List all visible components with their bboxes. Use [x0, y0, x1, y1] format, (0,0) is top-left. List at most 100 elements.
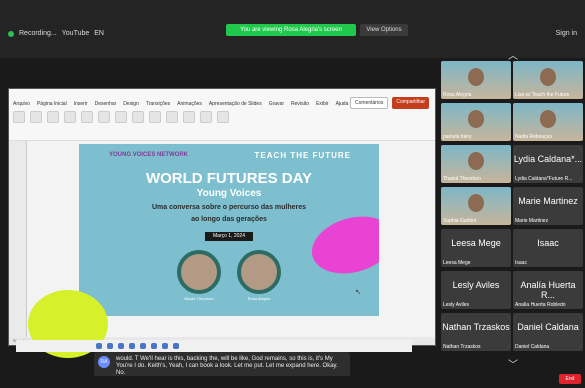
layout-icon[interactable]	[47, 111, 59, 123]
participant-name: Nadia Rebouças	[515, 134, 552, 140]
slide-subtitle: Young Voices	[196, 188, 262, 199]
taskbar-icon[interactable]	[96, 343, 102, 349]
styles-icon[interactable]	[166, 111, 178, 123]
participant-name: Analía Huerta Robledo	[515, 302, 566, 308]
taskbar-icon[interactable]	[118, 343, 124, 349]
end-button[interactable]: End	[559, 374, 581, 384]
cursor-icon: ↖	[355, 289, 361, 296]
powerpoint-ribbon: Arquivo Página Inicial Inserir Desenhar …	[9, 89, 435, 141]
person-photo	[468, 152, 484, 170]
recording-indicator[interactable]: Recording... YouTube EN	[8, 30, 104, 37]
tab-animacoes[interactable]: Animações	[177, 101, 202, 107]
participant-name: Thainá Theodoro	[443, 176, 481, 182]
participant-tile[interactable]: Lisa w/ Teach the Future	[513, 61, 583, 99]
recording-label: Recording...	[19, 30, 57, 37]
slide-title: WORLD FUTURES DAY	[145, 170, 313, 187]
young-voices-logo: YOUNG VOICES NETWORK	[109, 152, 189, 158]
participant-tile[interactable]: Nathan Trzaskos Nathan Trzaskos	[441, 313, 511, 351]
participant-tile[interactable]: pamela biery	[441, 103, 511, 141]
participant-tile[interactable]: Marie Martinez Marie Martinez	[513, 187, 583, 225]
taskbar-icon[interactable]	[107, 343, 113, 349]
participant-tile[interactable]: Rosa Alegria	[441, 61, 511, 99]
meeting-top-bar: Recording... YouTube EN You are viewing …	[0, 0, 585, 58]
sign-in-link[interactable]: Sign in	[556, 30, 577, 37]
view-options-button[interactable]: View Options	[360, 24, 408, 36]
chevron-up-icon[interactable]: ︿	[508, 47, 518, 62]
participant-name: Lisa w/ Teach the Future	[515, 92, 570, 98]
participant-tile[interactable]: Lydia Caldana*... Lydia Caldana*Future R.…	[513, 145, 583, 183]
paste-icon[interactable]	[13, 111, 25, 123]
align-icon[interactable]	[115, 111, 127, 123]
person-photo	[468, 194, 484, 212]
tab-gravar[interactable]: Gravar	[269, 101, 284, 107]
participant-big-name: Nathan Trzaskos	[442, 322, 510, 332]
participant-big-name: Analía Huerta R...	[520, 280, 576, 300]
slide-thumbnails-pane[interactable]	[9, 141, 27, 337]
person-photo	[468, 110, 484, 128]
teach-the-future-logo: TEACH THE FUTURE	[254, 151, 351, 160]
italic-icon[interactable]	[98, 111, 110, 123]
shield-icon	[8, 30, 14, 37]
language-label[interactable]: EN	[94, 30, 104, 37]
ribbon-right-actions: Comentários Compartilhar	[350, 97, 429, 109]
taskbar-icon[interactable]	[162, 343, 168, 349]
participant-big-name: Isaac	[537, 238, 559, 248]
shapes-icon[interactable]	[132, 111, 144, 123]
participant-name: Isaac	[515, 260, 527, 266]
youtube-label[interactable]: YouTube	[62, 30, 90, 37]
bold-icon[interactable]	[81, 111, 93, 123]
slide-date: Março 1, 2024	[205, 232, 253, 241]
tab-revisao[interactable]: Revisão	[291, 101, 309, 107]
tab-ajuda[interactable]: Ajuda	[336, 101, 349, 107]
tab-exibir[interactable]: Exibir	[316, 101, 329, 107]
participant-tile[interactable]: Lesly Aviles Lesly Aviles	[441, 271, 511, 309]
speaker-avatar: RA	[98, 356, 110, 368]
participant-tile[interactable]: Sophia Garbini	[441, 187, 511, 225]
participant-big-name: Lesly Aviles	[452, 280, 500, 290]
arrange-icon[interactable]	[149, 111, 161, 123]
find-icon[interactable]	[183, 111, 195, 123]
participant-tile[interactable]: Leesa Mege Leesa Mege	[441, 229, 511, 267]
speaker-name-2: Rosa Alegria	[247, 296, 271, 301]
participant-name: Leesa Mege	[443, 260, 471, 266]
windows-taskbar	[16, 340, 412, 352]
ribbon-tools	[13, 111, 229, 123]
participant-tile[interactable]: Nadia Rebouças	[513, 103, 583, 141]
participant-name: Marie Martinez	[515, 218, 549, 224]
chevron-down-icon[interactable]: ﹀	[508, 356, 518, 371]
tab-desenhar[interactable]: Desenhar	[95, 101, 117, 107]
participant-big-name: Daniel Caldana	[517, 322, 579, 332]
tab-transicoes[interactable]: Transições	[146, 101, 170, 107]
tab-design[interactable]: Design	[123, 101, 139, 107]
tab-inserir[interactable]: Inserir	[74, 101, 88, 107]
tab-pagina-inicial[interactable]: Página Inicial	[37, 101, 67, 107]
comments-button[interactable]: Comentários	[350, 97, 389, 109]
participant-tile[interactable]: Analía Huerta R... Analía Huerta Robledo	[513, 271, 583, 309]
caption-text: would. T We'll hear is this, backing the…	[116, 356, 338, 376]
taskbar-icon[interactable]	[129, 343, 135, 349]
participant-tile[interactable]: Daniel Caldana Daniel Caldana	[513, 313, 583, 351]
font-icon[interactable]	[64, 111, 76, 123]
person-photo	[540, 68, 556, 86]
tab-apresentacao[interactable]: Apresentação de Slides	[209, 101, 262, 107]
tab-arquivo[interactable]: Arquivo	[13, 101, 30, 107]
dictate-icon[interactable]	[200, 111, 212, 123]
share-button[interactable]: Compartilhar	[392, 97, 429, 109]
slide-canvas[interactable]: YOUNG VOICES NETWORK TEACH THE FUTURE WO…	[79, 144, 379, 316]
taskbar-icon[interactable]	[140, 343, 146, 349]
taskbar-icon[interactable]	[173, 343, 179, 349]
participant-name: Sophia Garbini	[443, 218, 477, 224]
participant-tile[interactable]: Isaac Isaac	[513, 229, 583, 267]
designer-icon[interactable]	[217, 111, 229, 123]
participant-tile[interactable]: Thainá Theodoro	[441, 145, 511, 183]
participant-name: Lesly Aviles	[443, 302, 470, 308]
participant-name: Rosa Alegria	[443, 92, 472, 98]
new-slide-icon[interactable]	[30, 111, 42, 123]
participant-name: pamela biery	[443, 134, 472, 140]
speaker-photo-1	[177, 250, 221, 294]
speaker-photo-2	[237, 250, 281, 294]
speaker-name-1: Nicole Theodoro	[184, 296, 214, 301]
taskbar-icon[interactable]	[151, 343, 157, 349]
slide-text-line-2: ao longo das gerações	[191, 216, 267, 223]
participant-name: Lydia Caldana*Future R...	[515, 176, 573, 182]
